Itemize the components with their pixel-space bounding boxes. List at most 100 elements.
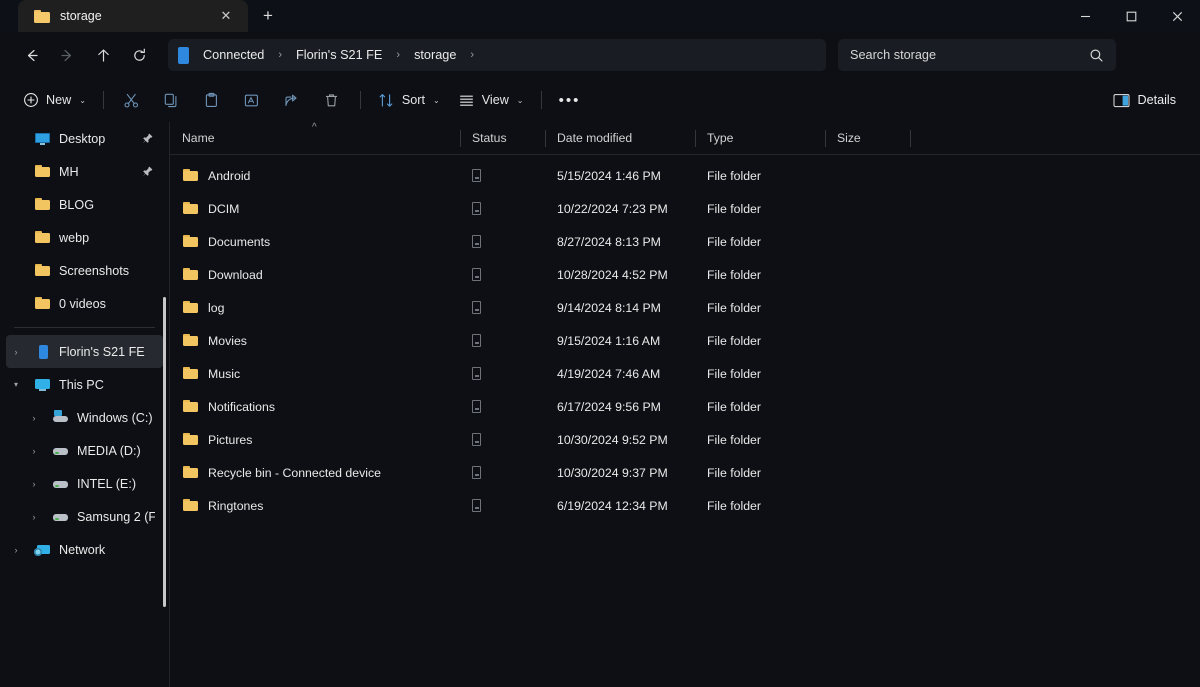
sidebar-item-mh[interactable]: › MH — [6, 155, 163, 188]
share-button[interactable] — [272, 84, 312, 116]
sidebar-item-network[interactable]: › Network — [6, 533, 163, 566]
folder-icon — [34, 230, 51, 246]
up-button[interactable] — [86, 39, 120, 71]
paste-icon — [206, 92, 218, 107]
sidebar-item-media-d[interactable]: › MEDIA (D:) — [6, 434, 163, 467]
paste-button[interactable] — [192, 84, 232, 116]
file-type-cell: File folder — [707, 300, 761, 315]
pin-icon[interactable] — [141, 132, 155, 145]
table-row[interactable]: Notifications 6/17/2024 9:56 PM File fol… — [170, 390, 1200, 423]
address-bar[interactable]: Connected › Florin's S21 FE › storage › — [168, 39, 826, 71]
search-box[interactable]: Search storage — [838, 39, 1116, 71]
forward-button[interactable] — [50, 39, 84, 71]
copy-button[interactable] — [152, 84, 192, 116]
sort-icon — [379, 93, 393, 107]
file-status-cell — [460, 466, 545, 479]
close-tab-icon[interactable]: ✕ — [214, 4, 238, 28]
table-row[interactable]: Movies 9/15/2024 1:16 AM File folder — [170, 324, 1200, 357]
file-name-cell: Pictures — [170, 432, 460, 447]
table-row[interactable]: DCIM 10/22/2024 7:23 PM File folder — [170, 192, 1200, 225]
column-header-name[interactable]: Name ^ — [170, 122, 460, 155]
sort-button[interactable]: Sort ⌄ — [369, 84, 449, 116]
breadcrumb-device[interactable]: Florin's S21 FE — [291, 45, 387, 65]
file-date-cell: 10/22/2024 7:23 PM — [557, 201, 668, 216]
table-row[interactable]: Download 10/28/2024 4:52 PM File folder — [170, 258, 1200, 291]
file-date-cell: 10/30/2024 9:52 PM — [557, 432, 668, 447]
breadcrumb-connected[interactable]: Connected — [198, 45, 269, 65]
close-icon[interactable] — [1154, 0, 1200, 32]
sidebar-item-desktop[interactable]: › Desktop — [6, 122, 163, 155]
sidebar-item-0-videos[interactable]: › 0 videos — [6, 287, 163, 320]
desktop-icon — [34, 131, 51, 147]
delete-button[interactable] — [312, 84, 352, 116]
missing-glyph-icon — [472, 169, 481, 182]
table-row[interactable]: Music 4/19/2024 7:46 AM File folder — [170, 357, 1200, 390]
sidebar-item-this-pc[interactable]: ▾ This PC — [6, 368, 163, 401]
folder-icon — [182, 333, 199, 348]
table-row[interactable]: Pictures 10/30/2024 9:52 PM File folder — [170, 423, 1200, 456]
missing-glyph-icon — [472, 400, 481, 413]
back-button[interactable] — [14, 39, 48, 71]
details-pane-button[interactable]: Details — [1103, 84, 1187, 116]
sidebar-item-florins-s21-fe[interactable]: › Florin's S21 FE — [6, 335, 163, 368]
folder-icon — [182, 234, 199, 249]
column-header-size[interactable]: Size — [825, 122, 910, 155]
file-name-cell: Music — [170, 366, 460, 381]
minimize-icon[interactable] — [1062, 0, 1108, 32]
chevron-right-icon[interactable]: › — [24, 512, 44, 522]
sidebar-item-windows-c[interactable]: › Windows (C:) — [6, 401, 163, 434]
file-name-cell: Notifications — [170, 399, 460, 414]
maximize-icon[interactable] — [1108, 0, 1154, 32]
breadcrumb-separator[interactable]: › — [271, 49, 289, 61]
rename-button[interactable] — [232, 84, 272, 116]
table-row[interactable]: Ringtones 6/19/2024 12:34 PM File folder — [170, 489, 1200, 522]
refresh-button[interactable] — [122, 39, 156, 71]
column-label: Name — [182, 131, 215, 145]
table-row[interactable]: log 9/14/2024 8:14 PM File folder — [170, 291, 1200, 324]
tab-strip: storage ✕ + — [0, 0, 288, 32]
file-name: Music — [208, 366, 241, 381]
file-type-cell: File folder — [707, 399, 761, 414]
column-label: Date modified — [557, 131, 633, 145]
tab-storage[interactable]: storage ✕ — [18, 0, 248, 32]
missing-glyph-icon — [472, 433, 481, 446]
sidebar-item-intel-e[interactable]: › INTEL (E:) — [6, 467, 163, 500]
column-header-spacer — [910, 122, 990, 155]
column-header-date-modified[interactable]: Date modified — [545, 122, 695, 155]
breadcrumb-separator-end[interactable]: › — [463, 49, 481, 61]
more-options-button[interactable]: ••• — [550, 84, 590, 116]
chevron-right-icon[interactable]: › — [24, 479, 44, 489]
windows-drive-icon — [52, 409, 69, 426]
sidebar-scrollbar[interactable] — [163, 297, 166, 607]
new-button[interactable]: New ⌄ — [14, 84, 95, 116]
tab-label: storage — [60, 9, 102, 23]
chevron-right-icon[interactable]: › — [6, 545, 26, 555]
pin-icon[interactable] — [141, 165, 155, 178]
chevron-down-icon[interactable]: ▾ — [6, 380, 26, 389]
copy-icon — [165, 93, 177, 107]
file-status-cell — [460, 400, 545, 413]
cut-button[interactable] — [112, 84, 152, 116]
chevron-right-icon[interactable]: › — [24, 446, 44, 456]
column-header-status[interactable]: Status — [460, 122, 545, 155]
sidebar-item-screenshots[interactable]: › Screenshots — [6, 254, 163, 287]
new-tab-button[interactable]: + — [248, 0, 288, 32]
breadcrumb-storage[interactable]: storage — [409, 45, 461, 65]
file-status-cell — [460, 334, 545, 347]
chevron-right-icon[interactable]: › — [6, 347, 26, 357]
file-status-cell — [460, 202, 545, 215]
table-row[interactable]: Documents 8/27/2024 8:13 PM File folder — [170, 225, 1200, 258]
sidebar-item-samsung-2-f[interactable]: › Samsung 2 (F:) — [6, 500, 163, 533]
chevron-right-icon[interactable]: › — [24, 413, 44, 423]
table-row[interactable]: Android 5/15/2024 1:46 PM File folder — [170, 159, 1200, 192]
sidebar-item-blog[interactable]: › BLOG — [6, 188, 163, 221]
sidebar-item-label: INTEL (E:) — [77, 476, 137, 491]
file-type-cell: File folder — [707, 234, 761, 249]
breadcrumb-separator[interactable]: › — [389, 49, 407, 61]
sidebar-item-label: Network — [59, 542, 106, 557]
sidebar-item-webp[interactable]: › webp — [6, 221, 163, 254]
view-button[interactable]: View ⌄ — [449, 84, 533, 116]
column-header-type[interactable]: Type — [695, 122, 825, 155]
table-row[interactable]: Recycle bin - Connected device 10/30/202… — [170, 456, 1200, 489]
search-input[interactable]: Search storage — [850, 48, 1089, 62]
